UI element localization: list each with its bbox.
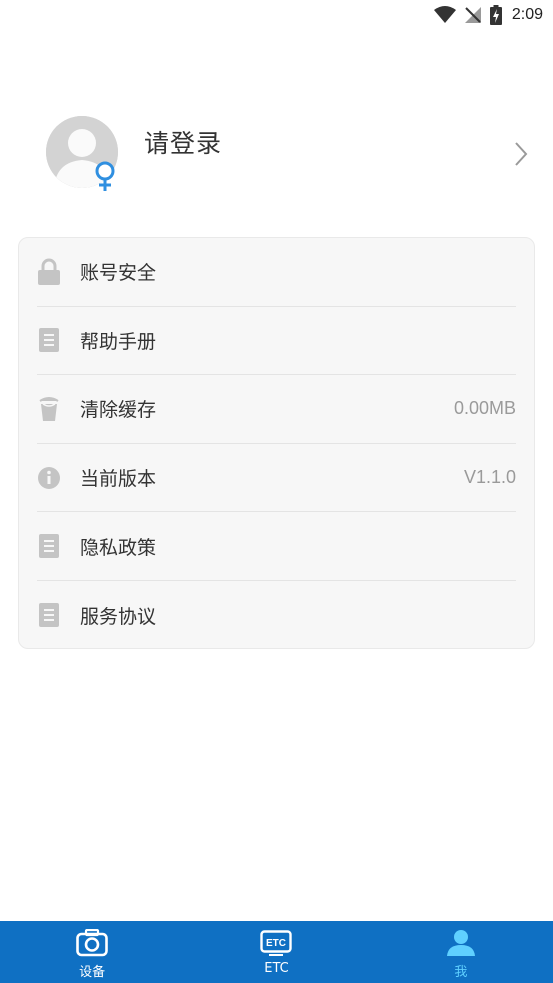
nav-item-me[interactable]: 我 (369, 921, 553, 983)
document-icon (37, 326, 61, 354)
settings-list: 账号安全 帮助手册 清除缓存 0.00MB 当前版本 V1.1.0 隐私政策 服… (18, 237, 535, 649)
chevron-right-icon[interactable] (512, 140, 530, 168)
cache-size: 0.00MB (453, 398, 516, 419)
nav-label: 设备 (79, 965, 106, 980)
bottom-nav: 设备 ETC ETC 我 (0, 921, 553, 983)
settings-item-label: 隐私政策 (80, 536, 157, 559)
status-bar: 2:09 (0, 0, 553, 30)
settings-item-current-version[interactable]: 当前版本 V1.1.0 (37, 444, 516, 513)
settings-item-clear-cache[interactable]: 清除缓存 0.00MB (37, 375, 516, 444)
settings-item-privacy-policy[interactable]: 隐私政策 (37, 512, 516, 581)
info-icon (37, 464, 61, 492)
settings-item-help-manual[interactable]: 帮助手册 (37, 307, 516, 376)
nav-label: ETC (264, 961, 289, 976)
trash-icon (37, 395, 61, 423)
clock: 2:09 (511, 6, 543, 23)
nav-item-device[interactable]: 设备 (0, 921, 184, 983)
settings-item-account-security[interactable]: 账号安全 (37, 238, 516, 307)
person-icon (444, 928, 478, 958)
document-icon (37, 532, 61, 560)
no-signal-icon (464, 6, 482, 24)
wifi-icon (433, 6, 456, 24)
settings-item-label: 账号安全 (80, 262, 157, 285)
document-icon (37, 601, 61, 629)
nav-label: 我 (454, 965, 468, 980)
settings-item-label: 帮助手册 (80, 330, 157, 353)
settings-item-label: 清除缓存 (80, 399, 157, 422)
version-number: V1.1.0 (463, 467, 516, 488)
etc-icon: ETC (259, 928, 293, 958)
camera-icon (75, 928, 109, 958)
profile-screen: 2:09 请登录 账号安全 帮助手册 清除缓存 0.00MB 当前版本 V1.1… (0, 0, 553, 983)
nav-item-etc[interactable]: ETC ETC (184, 921, 368, 983)
battery-charging-icon (489, 5, 502, 25)
settings-item-label: 服务协议 (80, 605, 157, 628)
settings-item-service-agreement[interactable]: 服务协议 (37, 581, 516, 650)
female-icon (92, 160, 118, 192)
settings-item-label: 当前版本 (80, 468, 157, 491)
login-prompt[interactable]: 请登录 (144, 124, 222, 160)
lock-icon (37, 258, 61, 286)
profile-header[interactable]: 请登录 (0, 112, 553, 198)
svg-text:ETC: ETC (266, 938, 286, 949)
